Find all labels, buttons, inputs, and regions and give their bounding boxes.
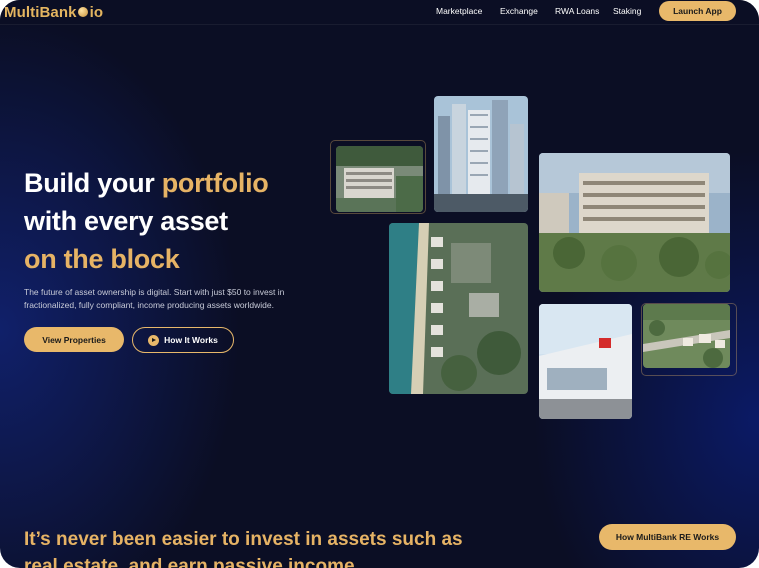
- hero-title-white: Build your: [24, 168, 162, 198]
- property-image-hillside-town[interactable]: [643, 304, 730, 368]
- play-icon: [148, 334, 160, 346]
- nav-staking[interactable]: Staking: [613, 6, 641, 16]
- hero-title-line-3: on the block: [24, 244, 180, 274]
- property-image-retail-building[interactable]: [539, 304, 632, 419]
- how-multibank-re-works-button[interactable]: How MultiBank RE Works: [599, 524, 736, 550]
- nav-rwa-loans[interactable]: RWA Loans: [555, 6, 599, 16]
- hero-title-line-1: Build your portfolio: [24, 168, 269, 199]
- launch-app-button[interactable]: Launch App: [659, 1, 736, 21]
- logo-suffix: io: [89, 3, 104, 21]
- multibank-logo[interactable]: MultiBank io: [4, 3, 103, 21]
- logo-text: MultiBank: [4, 3, 77, 21]
- how-it-works-button[interactable]: How It Works: [132, 327, 234, 353]
- section-heading-line-2: real estate, and earn passive income: [24, 556, 355, 568]
- logo-coin-icon: [77, 7, 88, 17]
- page-frame: MultiBank io Marketplace Exchange RWA Lo…: [0, 0, 759, 568]
- hero-subtitle: The future of asset ownership is digital…: [24, 287, 285, 310]
- hero-title-gold: portfolio: [161, 168, 269, 198]
- property-image-aerial-coast[interactable]: [389, 223, 528, 394]
- section-heading-line-1: It’s never been easier to invest in asse…: [24, 529, 463, 550]
- hero-title-line-2: with every asset: [24, 206, 228, 236]
- nav-marketplace[interactable]: Marketplace: [436, 6, 482, 16]
- property-image-towers[interactable]: [434, 96, 528, 212]
- how-it-works-label: How It Works: [164, 335, 218, 345]
- property-image-apartments[interactable]: [539, 153, 730, 292]
- nav-exchange[interactable]: Exchange: [500, 6, 538, 16]
- property-image-resort[interactable]: [336, 146, 423, 212]
- top-nav-bar: MultiBank io Marketplace Exchange RWA Lo…: [0, 0, 759, 25]
- view-properties-button[interactable]: View Properties: [24, 327, 124, 352]
